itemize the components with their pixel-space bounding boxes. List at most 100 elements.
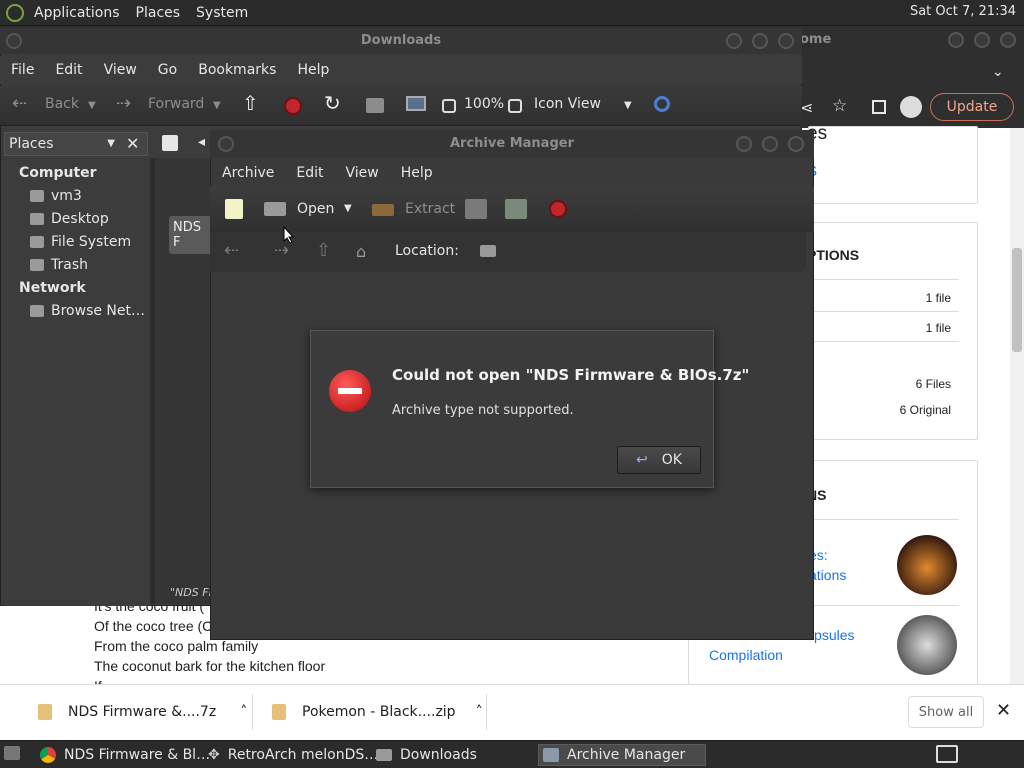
- home-folder-icon[interactable]: [366, 98, 384, 113]
- sidebar-item-label: Browse Net…: [51, 303, 146, 319]
- workspace-switcher-icon[interactable]: [936, 745, 958, 763]
- related-link-line2[interactable]: ations: [809, 567, 846, 583]
- download-filename: Pokemon - Black....zip: [302, 704, 456, 720]
- task-downloads[interactable]: Downloads: [372, 744, 477, 766]
- update-button[interactable]: Update: [930, 93, 1014, 121]
- forward-arrow-icon[interactable]: ⇢: [116, 93, 131, 114]
- task-label: Archive Manager: [567, 747, 686, 763]
- open-archive-icon[interactable]: [264, 202, 286, 216]
- lyrics-line: From the coco palm family: [94, 638, 259, 654]
- menu-bookmarks[interactable]: Bookmarks: [198, 62, 276, 78]
- extract-icon[interactable]: [372, 204, 394, 216]
- window-menu-button[interactable]: [6, 33, 22, 49]
- minimize-button[interactable]: [948, 32, 964, 48]
- up-arrow-icon[interactable]: ⇧: [242, 91, 259, 115]
- extract-button[interactable]: Extract: [405, 201, 455, 217]
- zoom-in-icon[interactable]: [508, 99, 522, 113]
- add-files-icon[interactable]: [465, 199, 487, 219]
- show-all-button[interactable]: Show all: [908, 696, 984, 728]
- stop-icon[interactable]: [284, 97, 302, 115]
- close-button[interactable]: [788, 136, 804, 152]
- profile-avatar[interactable]: [900, 96, 922, 118]
- computer-icon[interactable]: [406, 96, 426, 111]
- add-folder-icon[interactable]: [505, 199, 527, 219]
- distro-logo-icon[interactable]: [6, 4, 24, 22]
- download-item[interactable]: NDS Firmware &....7z ˄: [38, 694, 247, 730]
- forward-button[interactable]: Forward: [148, 96, 204, 112]
- file-item[interactable]: NDS F: [169, 216, 213, 254]
- menu-edit[interactable]: Edit: [296, 165, 323, 181]
- show-desktop-icon[interactable]: [4, 746, 20, 760]
- chevron-up-icon[interactable]: ˄: [476, 704, 483, 720]
- related-thumbnail[interactable]: [897, 615, 957, 675]
- share-icon[interactable]: ⋖: [800, 98, 813, 117]
- minimize-button[interactable]: [736, 136, 752, 152]
- open-dropdown-icon[interactable]: ▼: [344, 203, 352, 214]
- forward-dropdown-icon[interactable]: ▼: [213, 100, 221, 111]
- sidebar-item-desktop[interactable]: Desktop: [30, 211, 109, 227]
- menu-archive[interactable]: Archive: [222, 165, 274, 181]
- related-link-line2[interactable]: Compilation: [709, 647, 783, 663]
- side-panel-icon[interactable]: [872, 100, 886, 114]
- chevron-up-icon[interactable]: ˄: [240, 704, 247, 720]
- tab-list-chevron-icon[interactable]: ⌄: [992, 64, 1004, 80]
- view-dropdown-icon[interactable]: ▼: [624, 100, 632, 111]
- menu-system[interactable]: System: [196, 5, 248, 21]
- menu-go[interactable]: Go: [158, 62, 177, 78]
- task-archive-manager[interactable]: Archive Manager: [538, 744, 706, 766]
- folder-icon[interactable]: [480, 245, 496, 257]
- task-chrome[interactable]: NDS Firmware & Bl…: [36, 744, 210, 766]
- download-item[interactable]: Pokemon - Black....zip ˄: [272, 694, 483, 730]
- menu-places[interactable]: Places: [136, 5, 181, 21]
- maximize-button[interactable]: [974, 32, 990, 48]
- close-sidebar-icon[interactable]: ✕: [126, 134, 139, 153]
- back-arrow-icon[interactable]: ⇠: [12, 93, 27, 114]
- edit-location-icon[interactable]: [162, 135, 178, 151]
- scrollbar-thumb[interactable]: [1012, 248, 1022, 352]
- trash-icon: [30, 259, 44, 271]
- menu-view[interactable]: View: [104, 62, 137, 78]
- sidebar-header-computer: Computer: [19, 165, 97, 181]
- home-icon[interactable]: ⌂: [356, 242, 366, 261]
- stop-icon[interactable]: [549, 200, 567, 218]
- path-left-icon[interactable]: ◂: [198, 134, 205, 150]
- task-retroarch[interactable]: ✥ RetroArch melonDS…: [204, 744, 378, 766]
- enter-icon: ↩: [636, 452, 648, 468]
- new-archive-icon[interactable]: [225, 199, 243, 219]
- back-button[interactable]: Back: [45, 96, 79, 112]
- close-button[interactable]: [778, 33, 794, 49]
- view-mode-select[interactable]: Icon View: [534, 96, 601, 112]
- open-button[interactable]: Open: [297, 201, 334, 217]
- reload-icon[interactable]: ↻: [324, 91, 341, 115]
- sidebar-item-trash[interactable]: Trash: [30, 257, 88, 273]
- menu-help[interactable]: Help: [401, 165, 433, 181]
- close-button[interactable]: [1000, 32, 1016, 48]
- menu-applications[interactable]: Applications: [34, 5, 120, 21]
- back-arrow-icon[interactable]: ⇠: [224, 240, 239, 261]
- places-dropdown-icon[interactable]: ▼: [107, 133, 115, 155]
- sidebar-item-browse-network[interactable]: Browse Net…: [30, 303, 145, 319]
- clock[interactable]: Sat Oct 7, 21:34: [910, 4, 1016, 19]
- places-sidebar: Computer vm3 Desktop File System Trash N…: [4, 158, 150, 606]
- close-icon[interactable]: ✕: [996, 700, 1011, 721]
- back-dropdown-icon[interactable]: ▼: [88, 100, 96, 111]
- minimize-button[interactable]: [726, 33, 742, 49]
- menu-file[interactable]: File: [11, 62, 34, 78]
- sidebar-item-vm3[interactable]: vm3: [30, 188, 82, 204]
- menu-view[interactable]: View: [346, 165, 379, 181]
- task-label: NDS Firmware & Bl…: [64, 747, 211, 763]
- search-icon[interactable]: [654, 96, 670, 112]
- maximize-button[interactable]: [762, 136, 778, 152]
- menu-help[interactable]: Help: [297, 62, 329, 78]
- ok-button[interactable]: ↩ OK: [617, 446, 701, 474]
- menu-edit[interactable]: Edit: [55, 62, 82, 78]
- maximize-button[interactable]: [752, 33, 768, 49]
- up-arrow-icon[interactable]: ⇧: [316, 240, 331, 261]
- sidebar-item-label: Desktop: [51, 211, 109, 227]
- bookmark-star-icon[interactable]: ☆: [832, 96, 847, 116]
- page-scrollbar[interactable]: [1010, 128, 1024, 684]
- zoom-out-icon[interactable]: [442, 99, 456, 113]
- sidebar-item-filesystem[interactable]: File System: [30, 234, 131, 250]
- related-thumbnail[interactable]: [897, 535, 957, 595]
- window-menu-button[interactable]: [218, 136, 234, 152]
